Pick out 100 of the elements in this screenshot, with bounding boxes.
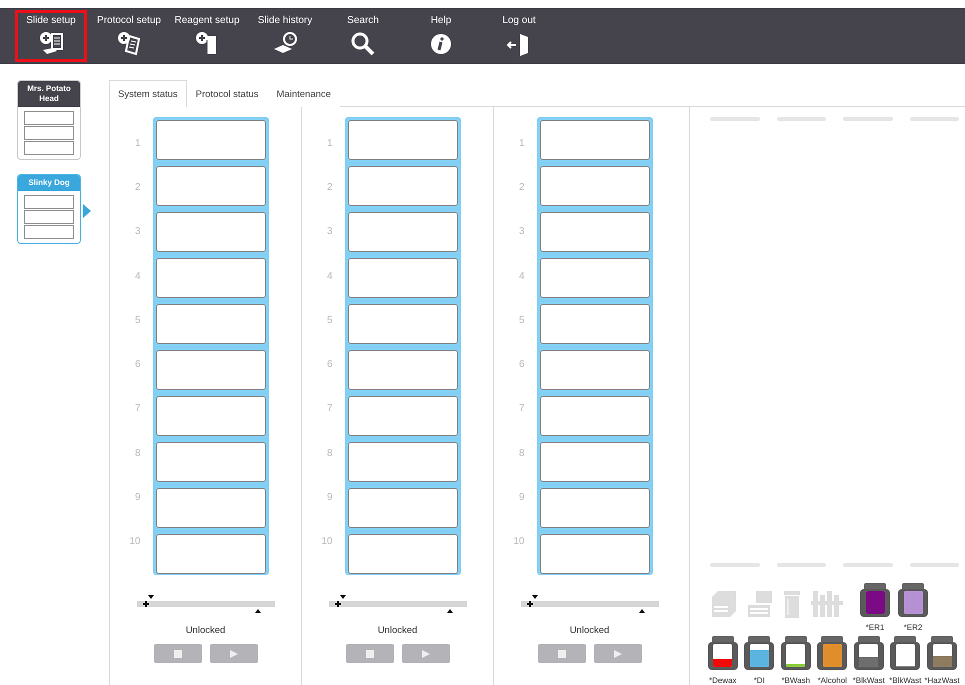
nav-button[interactable]: Protocol setup <box>93 10 165 62</box>
instrument-card[interactable]: Mrs. Potato Head <box>17 80 81 160</box>
slot-number: 10 <box>512 535 524 550</box>
test-tube-rack-icon <box>810 589 844 619</box>
slot-number: 3 <box>134 225 140 240</box>
slide-slot[interactable] <box>348 304 458 344</box>
slide-slot[interactable] <box>156 396 266 436</box>
slide-slot[interactable] <box>540 350 650 390</box>
slide-slot[interactable] <box>348 350 458 390</box>
play-icon <box>230 650 238 658</box>
slide-slot[interactable] <box>540 120 650 160</box>
slot-number: 2 <box>518 180 524 195</box>
slide-slot[interactable] <box>540 212 650 252</box>
nav-button[interactable]: Log out <box>483 10 555 62</box>
container-label: *BWash <box>781 676 810 685</box>
slide-slot[interactable] <box>348 120 458 160</box>
slot-number: 4 <box>134 270 140 284</box>
tray-slot <box>24 126 74 140</box>
slide-slot[interactable] <box>540 442 650 482</box>
slide-slot[interactable] <box>540 166 650 206</box>
slide-slot[interactable] <box>156 212 266 252</box>
play-button[interactable] <box>402 644 450 663</box>
nav-button[interactable]: Search <box>327 10 399 62</box>
slide-slot[interactable] <box>156 120 266 160</box>
slide-slot[interactable] <box>540 534 650 574</box>
play-icon <box>422 650 430 658</box>
stop-button[interactable] <box>346 644 394 663</box>
slide-slot[interactable] <box>540 258 650 298</box>
slide-slot[interactable] <box>348 166 458 206</box>
container-label: *BlkWast <box>852 676 885 685</box>
slot-number: 6 <box>326 358 332 372</box>
slot-number: 2 <box>326 180 332 195</box>
slide-slot[interactable] <box>540 304 650 344</box>
slot-number: 7 <box>134 402 140 416</box>
stop-button[interactable] <box>538 644 586 663</box>
slide-slot[interactable] <box>348 534 458 574</box>
computer-station-icon <box>746 589 774 619</box>
slide-slot[interactable] <box>156 534 266 574</box>
play-button[interactable] <box>210 644 258 663</box>
slide-slot[interactable] <box>156 350 266 390</box>
container-label: *BlkWast <box>889 676 922 685</box>
pointer-icon <box>83 204 91 218</box>
slide-slot[interactable] <box>156 304 266 344</box>
add-document-icon <box>115 30 143 58</box>
lock-status: Unlocked <box>570 625 610 636</box>
slot-number: 7 <box>326 402 332 416</box>
slot-number: 1 <box>518 136 524 151</box>
tray-slot <box>24 111 74 125</box>
stop-icon <box>558 650 566 658</box>
slot-number: 5 <box>326 314 332 328</box>
nav-button[interactable]: Slide setup <box>15 10 87 62</box>
slide-slot[interactable] <box>156 442 266 482</box>
slide-slot[interactable] <box>540 488 650 528</box>
slide-slot[interactable] <box>540 396 650 436</box>
slot-number: 5 <box>134 314 140 328</box>
slide-slot[interactable] <box>156 258 266 298</box>
slide-slot[interactable] <box>156 166 266 206</box>
stop-icon <box>366 650 374 658</box>
slot-number: 4 <box>326 270 332 284</box>
stop-button[interactable] <box>154 644 202 663</box>
slide-slot[interactable] <box>348 258 458 298</box>
nav-button[interactable]: Slide history <box>249 10 321 62</box>
play-icon <box>614 650 622 658</box>
slot-number: 1 <box>326 136 332 151</box>
slot-number: 3 <box>518 225 524 240</box>
slot-number: 9 <box>134 491 140 506</box>
slide-slot[interactable] <box>348 488 458 528</box>
slide-slot[interactable] <box>156 488 266 528</box>
container-label: *HazWast <box>924 676 960 685</box>
slot-number: 8 <box>134 446 140 461</box>
slot-number: 1 <box>134 136 140 151</box>
search-icon <box>349 30 377 58</box>
container-label: *ER1 <box>866 623 884 632</box>
slide-slot[interactable] <box>348 442 458 482</box>
nav-button[interactable]: Help <box>405 10 477 62</box>
instrument-name: Mrs. Potato Head <box>18 81 80 107</box>
slot-number: 2 <box>134 180 140 195</box>
lock-status: Unlocked <box>186 625 226 636</box>
tab[interactable]: System status <box>109 80 187 107</box>
slot-number: 4 <box>518 270 524 284</box>
bin-icon <box>782 589 802 619</box>
slot-number: 7 <box>518 402 524 416</box>
instrument-icon <box>710 589 738 619</box>
stop-icon <box>174 650 182 658</box>
container-label: *Alcohol <box>818 676 847 685</box>
slot-number: 9 <box>518 491 524 506</box>
slot-number: 6 <box>518 358 524 372</box>
slot-number: 5 <box>518 314 524 328</box>
tray-slot <box>24 210 74 224</box>
instrument-name: Slinky Dog <box>18 175 80 191</box>
nav-button[interactable]: Reagent setup <box>171 10 243 62</box>
slot-number: 8 <box>326 446 332 461</box>
play-button[interactable] <box>594 644 642 663</box>
slot-number: 6 <box>134 358 140 372</box>
slot-number: 9 <box>326 491 332 506</box>
slide-slot[interactable] <box>348 396 458 436</box>
slide-slot[interactable] <box>348 212 458 252</box>
slot-number: 8 <box>518 446 524 461</box>
slot-number: 3 <box>326 225 332 240</box>
tray-slot <box>24 225 74 239</box>
